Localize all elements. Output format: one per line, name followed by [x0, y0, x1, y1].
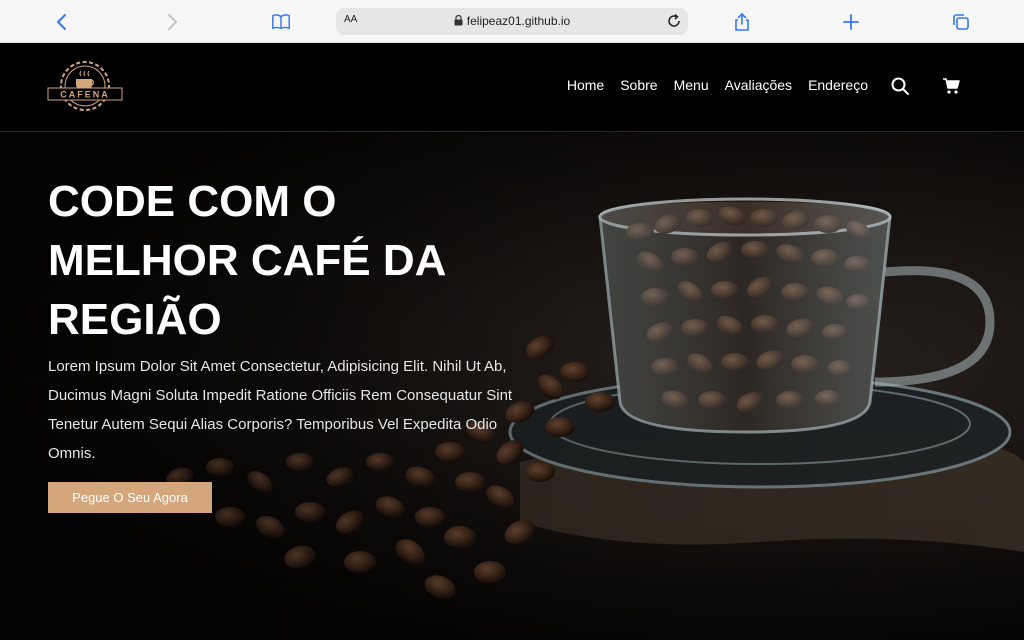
- cart-icon[interactable]: [942, 77, 960, 95]
- nav-endereco[interactable]: Endereço: [808, 77, 868, 93]
- tabs-icon: [953, 14, 969, 30]
- hero-title: CODE COM O MELHOR CAFÉ DA REGIÃO: [48, 177, 445, 344]
- logo-icon: CAFENA: [47, 61, 123, 111]
- search-icon[interactable]: [890, 76, 910, 96]
- nav-sobre[interactable]: Sobre: [620, 77, 657, 93]
- tabs-overview-button[interactable]: [947, 8, 975, 36]
- back-button[interactable]: [48, 8, 76, 36]
- browser-toolbar: AA felipeaz01.github.io: [0, 0, 1024, 43]
- site-header: CAFENA Home Sobre Menu Avaliações Endere…: [0, 43, 1024, 132]
- chevron-right-icon: [168, 14, 177, 30]
- hero-section: CODE COM O MELHOR CAFÉ DA REGIÃO Lorem I…: [0, 132, 1024, 640]
- cta-button[interactable]: Pegue O Seu Agora: [48, 482, 212, 513]
- hero-description: Lorem Ipsum Dolor Sit Amet Consectetur, …: [48, 358, 513, 462]
- forward-button[interactable]: [158, 8, 186, 36]
- lock-icon: [454, 15, 463, 26]
- book-icon: [272, 14, 290, 30]
- share-icon: [735, 12, 749, 31]
- url-text: felipeaz01.github.io: [466, 14, 571, 28]
- nav-home[interactable]: Home: [567, 77, 604, 93]
- cafena-logo[interactable]: CAFENA: [46, 55, 124, 117]
- nav-avaliacoes[interactable]: Avaliações: [725, 77, 792, 93]
- nav-menu[interactable]: Menu: [674, 77, 709, 93]
- chevron-left-icon: [57, 14, 66, 30]
- reload-icon[interactable]: [666, 13, 682, 29]
- address-bar[interactable]: AA felipeaz01.github.io: [336, 8, 688, 35]
- share-button[interactable]: [728, 8, 756, 36]
- plus-icon: [843, 14, 859, 30]
- bookmarks-button[interactable]: [267, 8, 295, 36]
- main-nav: Home Sobre Menu Avaliações Endereço: [567, 77, 868, 93]
- new-tab-button[interactable]: [837, 8, 865, 36]
- logo-text: CAFENA: [60, 90, 110, 100]
